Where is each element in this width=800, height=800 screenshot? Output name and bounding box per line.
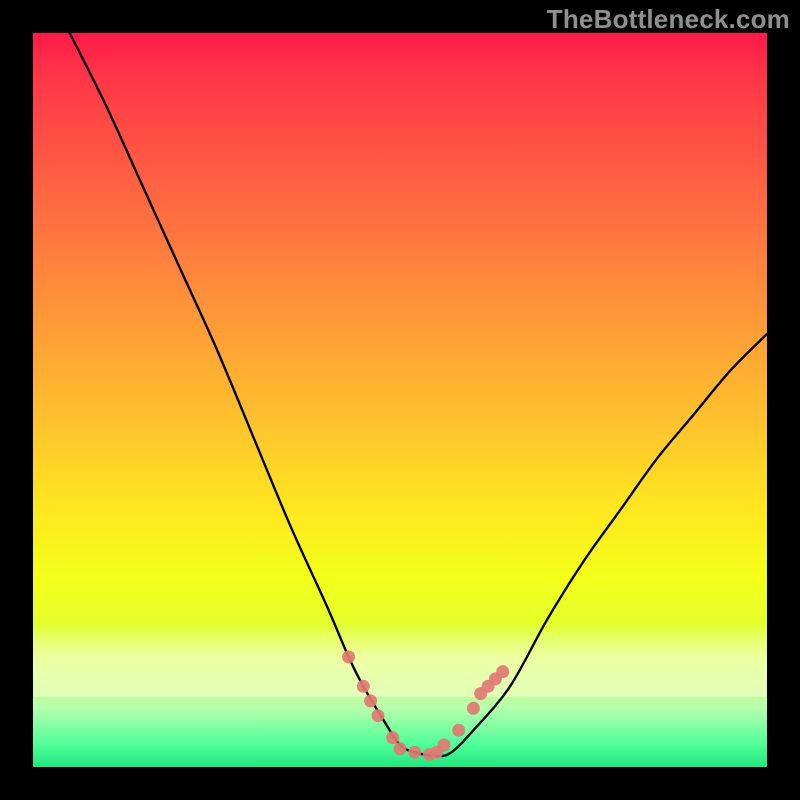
curve-marker [364, 694, 377, 707]
plot-area [33, 33, 767, 767]
curve-marker [408, 746, 421, 759]
curve-marker [467, 702, 480, 715]
curve-marker [357, 680, 370, 693]
curve-marker [372, 709, 385, 722]
chart-frame: TheBottleneck.com [0, 0, 800, 800]
curve-marker [452, 724, 465, 737]
bottleneck-curve [70, 33, 767, 756]
curve-marker [394, 742, 407, 755]
curve-marker [496, 665, 509, 678]
curve-marker [386, 731, 399, 744]
watermark-text: TheBottleneck.com [547, 4, 790, 35]
curve-marker [438, 739, 451, 752]
curve-marker [342, 650, 355, 663]
curve-layer [33, 33, 767, 767]
